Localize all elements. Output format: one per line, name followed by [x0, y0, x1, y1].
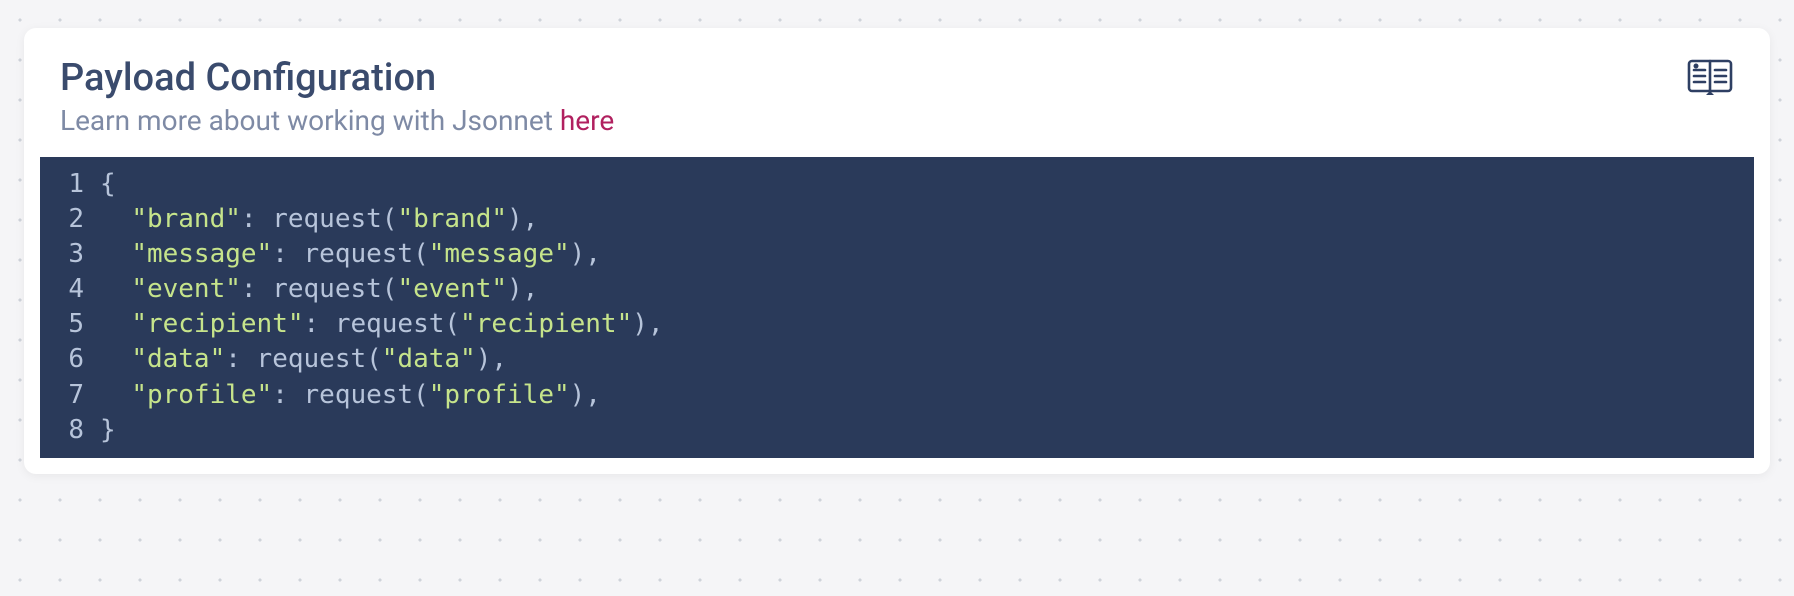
code-content[interactable]: "message": request("message"),: [100, 237, 601, 272]
line-number: 1: [40, 167, 100, 202]
code-content[interactable]: {: [100, 167, 116, 202]
code-line[interactable]: 4 "event": request("event"),: [40, 272, 1754, 307]
docs-link[interactable]: here: [560, 104, 614, 137]
code-line[interactable]: 8}: [40, 413, 1754, 448]
line-number: 3: [40, 237, 100, 272]
code-content[interactable]: "recipient": request("recipient"),: [100, 307, 664, 342]
payload-config-card: Payload Configuration Learn more about w…: [24, 28, 1770, 474]
line-number: 8: [40, 413, 100, 448]
line-number: 2: [40, 202, 100, 237]
code-line[interactable]: 3 "message": request("message"),: [40, 237, 1754, 272]
code-line[interactable]: 2 "brand": request("brand"),: [40, 202, 1754, 237]
code-editor[interactable]: 1{2 "brand": request("brand"),3 "message…: [40, 157, 1754, 458]
line-number: 7: [40, 378, 100, 413]
code-line[interactable]: 7 "profile": request("profile"),: [40, 378, 1754, 413]
card-title: Payload Configuration: [60, 56, 1686, 100]
header-text: Payload Configuration Learn more about w…: [60, 56, 1686, 137]
code-content[interactable]: }: [100, 413, 116, 448]
card-header: Payload Configuration Learn more about w…: [24, 28, 1770, 157]
code-content[interactable]: "data": request("data"),: [100, 342, 507, 377]
line-number: 5: [40, 307, 100, 342]
code-line[interactable]: 1{: [40, 167, 1754, 202]
card-subtitle: Learn more about working with Jsonnet he…: [60, 104, 1686, 137]
line-number: 6: [40, 342, 100, 377]
code-content[interactable]: "event": request("event"),: [100, 272, 538, 307]
line-number: 4: [40, 272, 100, 307]
code-line[interactable]: 6 "data": request("data"),: [40, 342, 1754, 377]
code-content[interactable]: "brand": request("brand"),: [100, 202, 538, 237]
book-icon[interactable]: [1686, 58, 1734, 102]
code-content[interactable]: "profile": request("profile"),: [100, 378, 601, 413]
subtitle-prefix: Learn more about working with Jsonnet: [60, 104, 560, 137]
code-line[interactable]: 5 "recipient": request("recipient"),: [40, 307, 1754, 342]
